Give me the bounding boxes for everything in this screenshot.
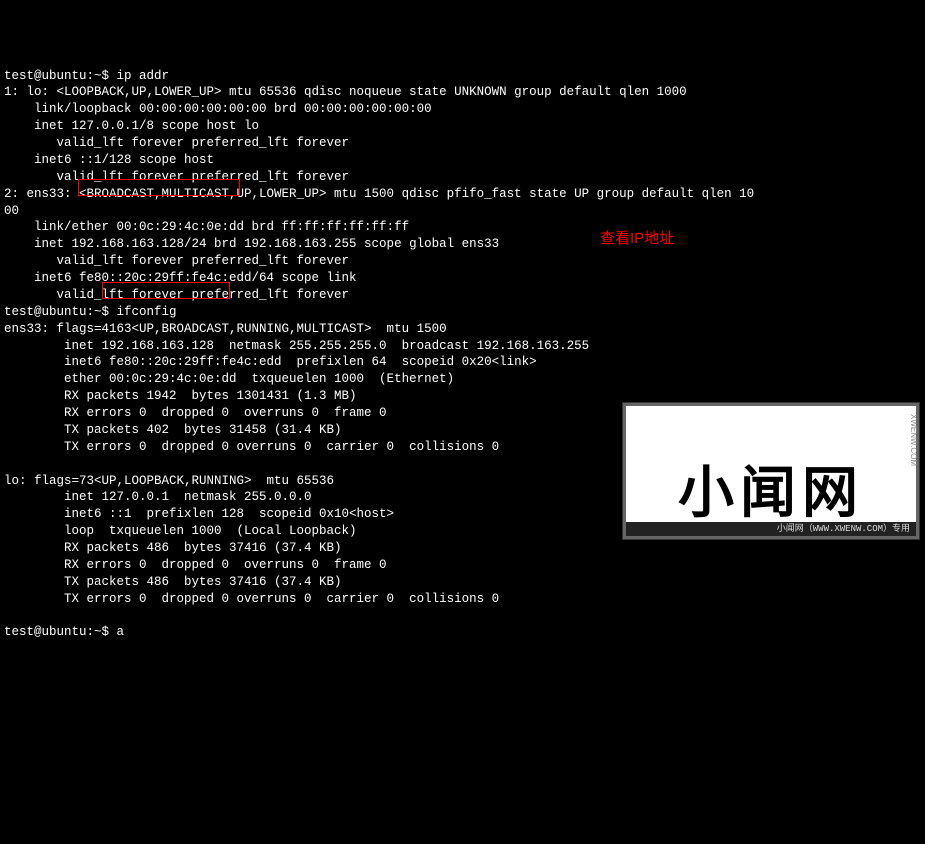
annotation-label: 查看IP地址: [600, 229, 674, 249]
watermark-side: XWENW.COM: [907, 414, 918, 466]
watermark-title: 小闻网: [626, 465, 916, 521]
terminal-output[interactable]: test@ubuntu:~$ ip addr 1: lo: <LOOPBACK,…: [0, 68, 925, 642]
watermark-badge: XWENW.COM 小闻网 XWENW.COM 小闻网（WWW.XWENW.CO…: [623, 403, 919, 539]
watermark-url: XWENW.COM: [626, 560, 916, 590]
watermark-bar: 小闻网（WWW.XWENW.COM）专用: [626, 522, 916, 536]
